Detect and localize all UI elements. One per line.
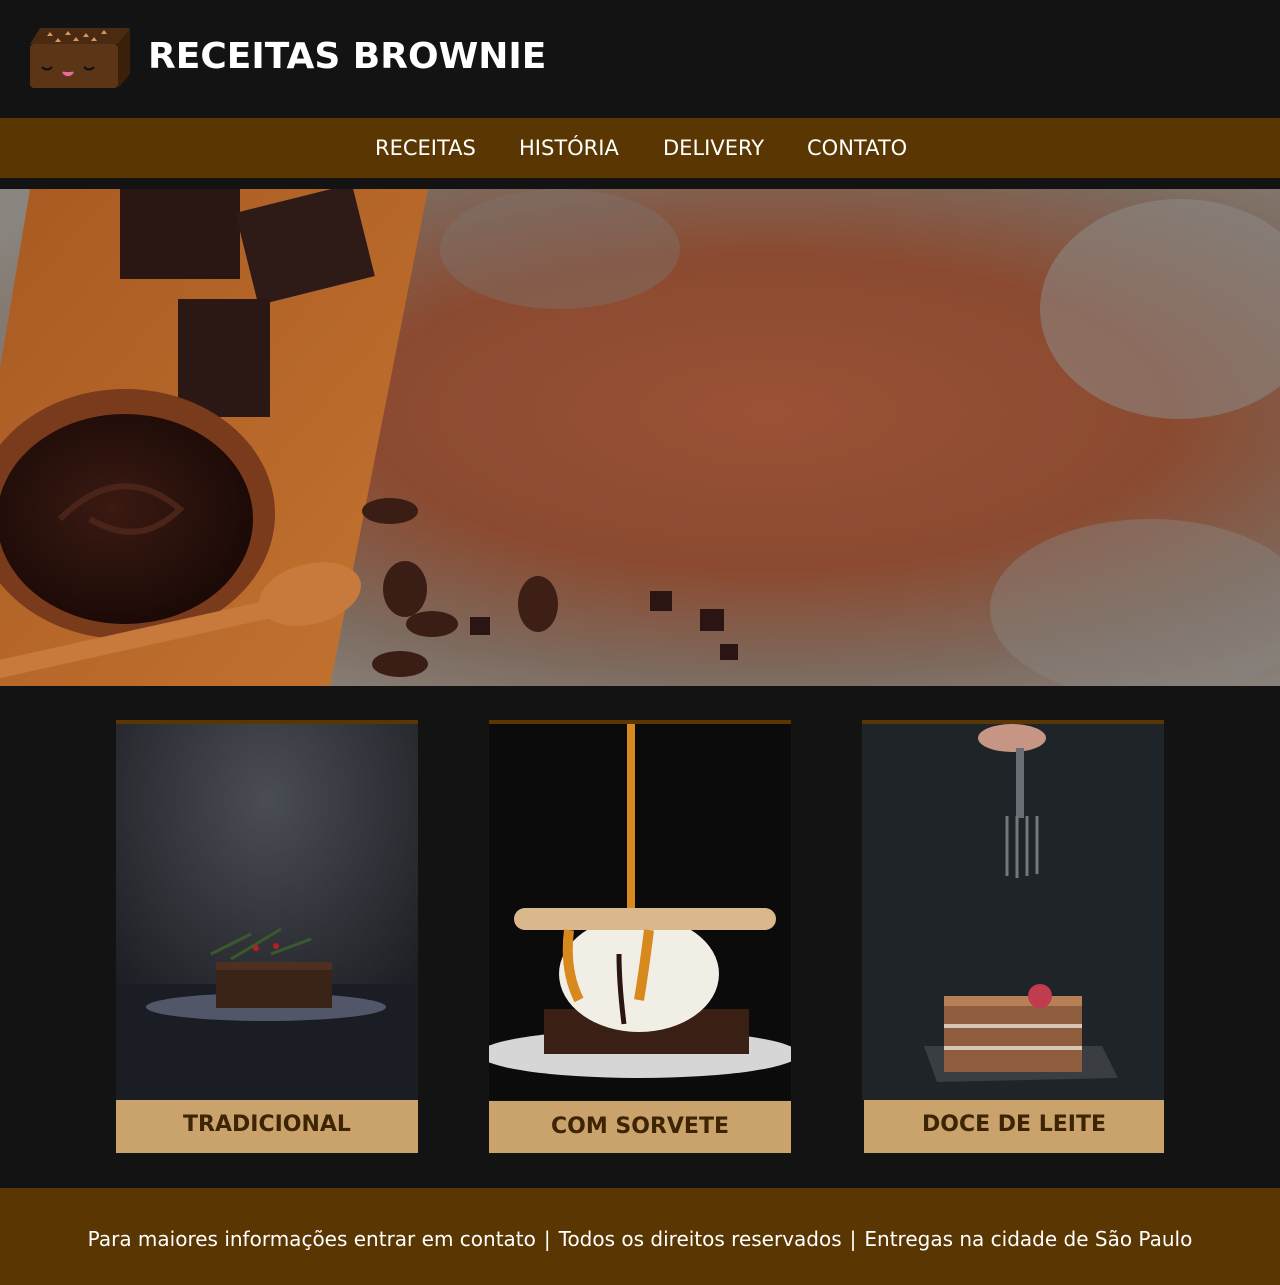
dulce-de-leche-cake-photo[interactable]	[862, 724, 1164, 1100]
traditional-brownie-photo[interactable]	[116, 724, 418, 1100]
recipe-card-doce-de-leite[interactable]: DOCE DE LEITE	[862, 720, 1164, 1153]
card-label-tradicional[interactable]: TRADICIONAL	[116, 1100, 418, 1153]
recipe-card-tradicional[interactable]: TRADICIONAL	[116, 720, 418, 1153]
main-nav: RECEITAS HISTÓRIA DELIVERY CONTATO	[0, 118, 1280, 178]
footer-separator: |	[849, 1227, 857, 1251]
footer-text: Para maiores informações entrar em conta…	[0, 1227, 1280, 1251]
site-header: RECEITAS BROWNIE	[0, 0, 1280, 118]
card-label-doce-de-leite[interactable]: DOCE DE LEITE	[864, 1100, 1164, 1153]
footer-delivery-info: Entregas na cidade de São Paulo	[864, 1227, 1193, 1251]
site-footer: Para maiores informações entrar em conta…	[0, 1188, 1280, 1285]
hero-banner-image	[0, 189, 1280, 686]
brownie-face-icon[interactable]	[30, 22, 134, 90]
nav-item-contato[interactable]: CONTATO	[807, 136, 907, 160]
brownie-with-ice-cream-photo[interactable]	[489, 724, 791, 1100]
recipe-card-com-sorvete[interactable]: COM SORVETE	[489, 720, 791, 1153]
footer-contact-info: Para maiores informações entrar em conta…	[87, 1227, 536, 1251]
nav-item-historia[interactable]: HISTÓRIA	[519, 136, 619, 160]
nav-item-receitas[interactable]: RECEITAS	[375, 136, 476, 160]
site-title: RECEITAS BROWNIE	[148, 36, 547, 77]
card-label-com-sorvete[interactable]: COM SORVETE	[489, 1101, 791, 1153]
nav-item-delivery[interactable]: DELIVERY	[663, 136, 764, 160]
footer-separator: |	[543, 1227, 551, 1251]
footer-rights: Todos os direitos reservados	[558, 1227, 842, 1251]
